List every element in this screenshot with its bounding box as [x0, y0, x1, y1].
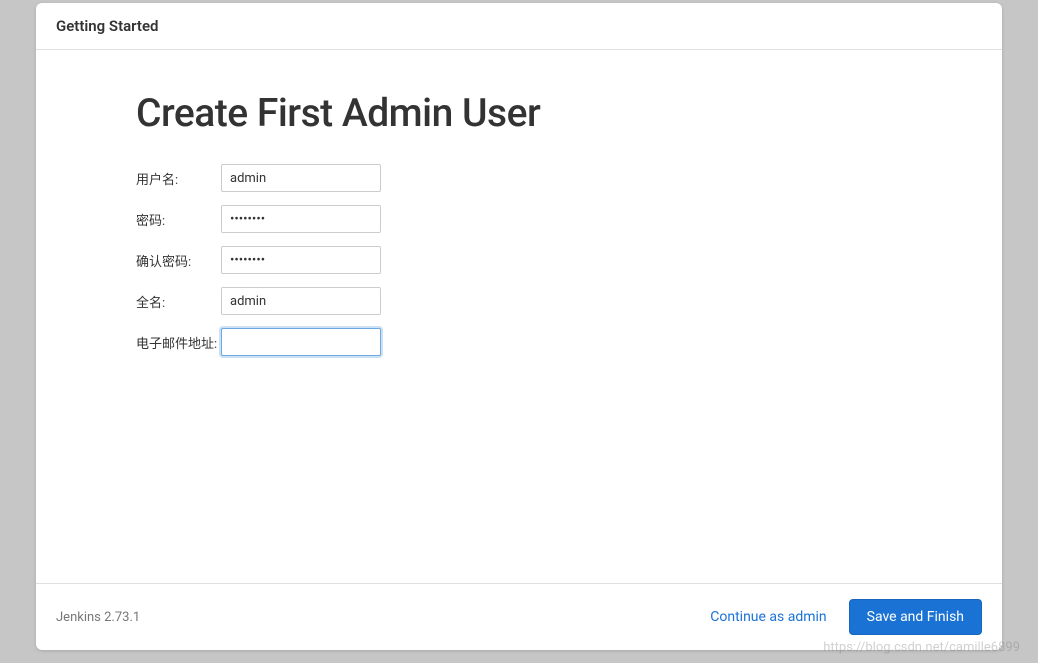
- form-row-username: 用户名:: [136, 164, 902, 192]
- version-text: Jenkins 2.73.1: [56, 610, 140, 625]
- form-row-confirm-password: 确认密码:: [136, 246, 902, 274]
- email-input[interactable]: [221, 328, 381, 356]
- fullname-input[interactable]: [221, 287, 381, 315]
- confirm-password-label: 确认密码:: [136, 251, 221, 270]
- username-label: 用户名:: [136, 169, 221, 188]
- fullname-label: 全名:: [136, 292, 221, 311]
- form-row-password: 密码:: [136, 205, 902, 233]
- email-label: 电子邮件地址:: [136, 333, 221, 352]
- form-row-email: 电子邮件地址:: [136, 328, 902, 356]
- continue-as-admin-link[interactable]: Continue as admin: [710, 609, 826, 625]
- setup-dialog: Getting Started Create First Admin User …: [36, 3, 1002, 650]
- username-input[interactable]: [221, 164, 381, 192]
- dialog-footer: Jenkins 2.73.1 Continue as admin Save an…: [36, 583, 1002, 650]
- confirm-password-input[interactable]: [221, 246, 381, 274]
- dialog-header-title: Getting Started: [56, 17, 982, 35]
- form-row-fullname: 全名:: [136, 287, 902, 315]
- page-title: Create First Admin User: [136, 90, 902, 136]
- password-label: 密码:: [136, 210, 221, 229]
- save-and-finish-button[interactable]: Save and Finish: [849, 599, 982, 635]
- dialog-body: Create First Admin User 用户名: 密码: 确认密码: 全…: [36, 50, 1002, 583]
- password-input[interactable]: [221, 205, 381, 233]
- footer-actions: Continue as admin Save and Finish: [710, 599, 982, 635]
- dialog-header: Getting Started: [36, 3, 1002, 50]
